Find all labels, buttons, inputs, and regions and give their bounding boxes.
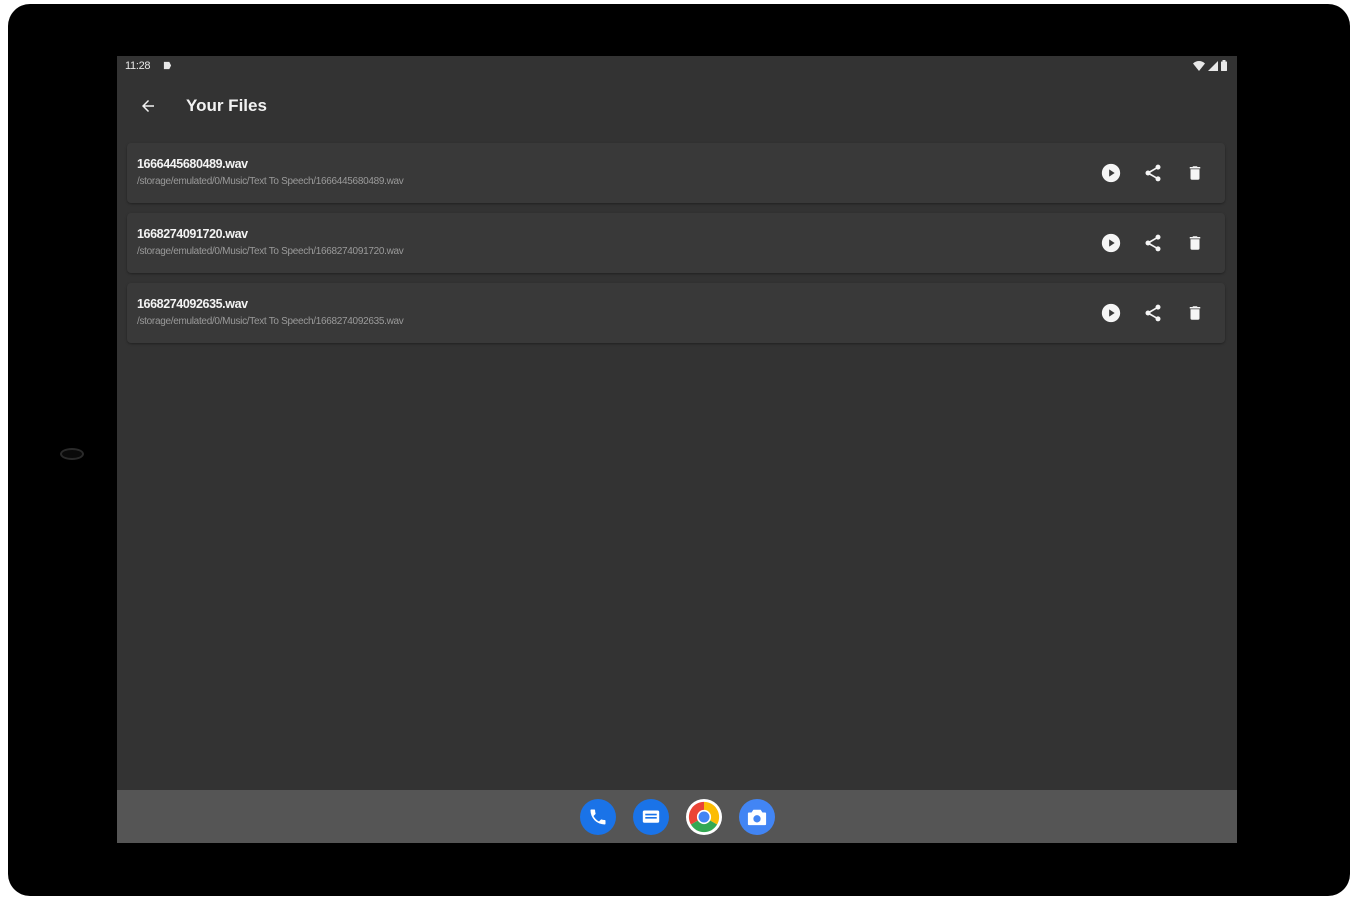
camera-lens-icon — [747, 809, 766, 825]
file-path: /storage/emulated/0/Music/Text To Speech… — [137, 176, 404, 187]
row-actions — [1099, 231, 1207, 255]
chrome-app-icon[interactable] — [685, 798, 722, 835]
chrome-logo-icon — [688, 801, 719, 832]
status-icons — [1193, 60, 1227, 71]
row-actions — [1099, 161, 1207, 185]
wifi-icon — [1193, 60, 1205, 71]
status-time: 11:28 — [125, 60, 151, 72]
delete-button[interactable] — [1183, 301, 1207, 325]
delete-icon — [1189, 306, 1201, 320]
cellular-signal-icon — [1208, 60, 1218, 71]
play-button[interactable] — [1099, 301, 1123, 325]
file-path: /storage/emulated/0/Music/Text To Speech… — [137, 246, 404, 257]
status-bar: 11:28 — [117, 56, 1237, 78]
delete-button[interactable] — [1183, 231, 1207, 255]
notification-icon — [163, 61, 172, 70]
delete-icon — [1189, 236, 1201, 250]
screen: 11:28 Your Files 1666445680489.wav /stor… — [117, 56, 1237, 843]
share-icon — [1145, 164, 1161, 182]
play-button[interactable] — [1099, 161, 1123, 185]
app-dock — [117, 790, 1237, 843]
back-button[interactable] — [136, 94, 160, 118]
play-icon — [1101, 163, 1121, 183]
file-row[interactable]: 1668274091720.wav /storage/emulated/0/Mu… — [127, 213, 1225, 273]
phone-app-icon[interactable] — [579, 798, 616, 835]
file-list: 1666445680489.wav /storage/emulated/0/Mu… — [127, 143, 1225, 353]
delete-button[interactable] — [1183, 161, 1207, 185]
play-icon — [1101, 303, 1121, 323]
app-bar: Your Files — [117, 78, 1237, 134]
delete-icon — [1189, 166, 1201, 180]
share-icon — [1145, 304, 1161, 322]
arrow-back-icon — [142, 100, 154, 112]
file-name: 1668274092635.wav — [137, 297, 248, 311]
share-button[interactable] — [1141, 161, 1165, 185]
file-path: /storage/emulated/0/Music/Text To Speech… — [137, 316, 404, 327]
battery-icon — [1221, 60, 1227, 71]
file-name: 1668274091720.wav — [137, 227, 248, 241]
play-icon — [1101, 233, 1121, 253]
share-icon — [1145, 234, 1161, 252]
message-bubble-icon — [642, 809, 659, 823]
share-button[interactable] — [1141, 231, 1165, 255]
page-title: Your Files — [186, 96, 267, 115]
front-camera — [60, 448, 84, 460]
file-name: 1666445680489.wav — [137, 157, 248, 171]
file-row[interactable]: 1666445680489.wav /storage/emulated/0/Mu… — [127, 143, 1225, 203]
row-actions — [1099, 301, 1207, 325]
share-button[interactable] — [1141, 301, 1165, 325]
play-button[interactable] — [1099, 231, 1123, 255]
file-row[interactable]: 1668274092635.wav /storage/emulated/0/Mu… — [127, 283, 1225, 343]
camera-app-icon[interactable] — [738, 798, 775, 835]
phone-handset-icon — [590, 809, 605, 824]
messages-app-icon[interactable] — [632, 798, 669, 835]
